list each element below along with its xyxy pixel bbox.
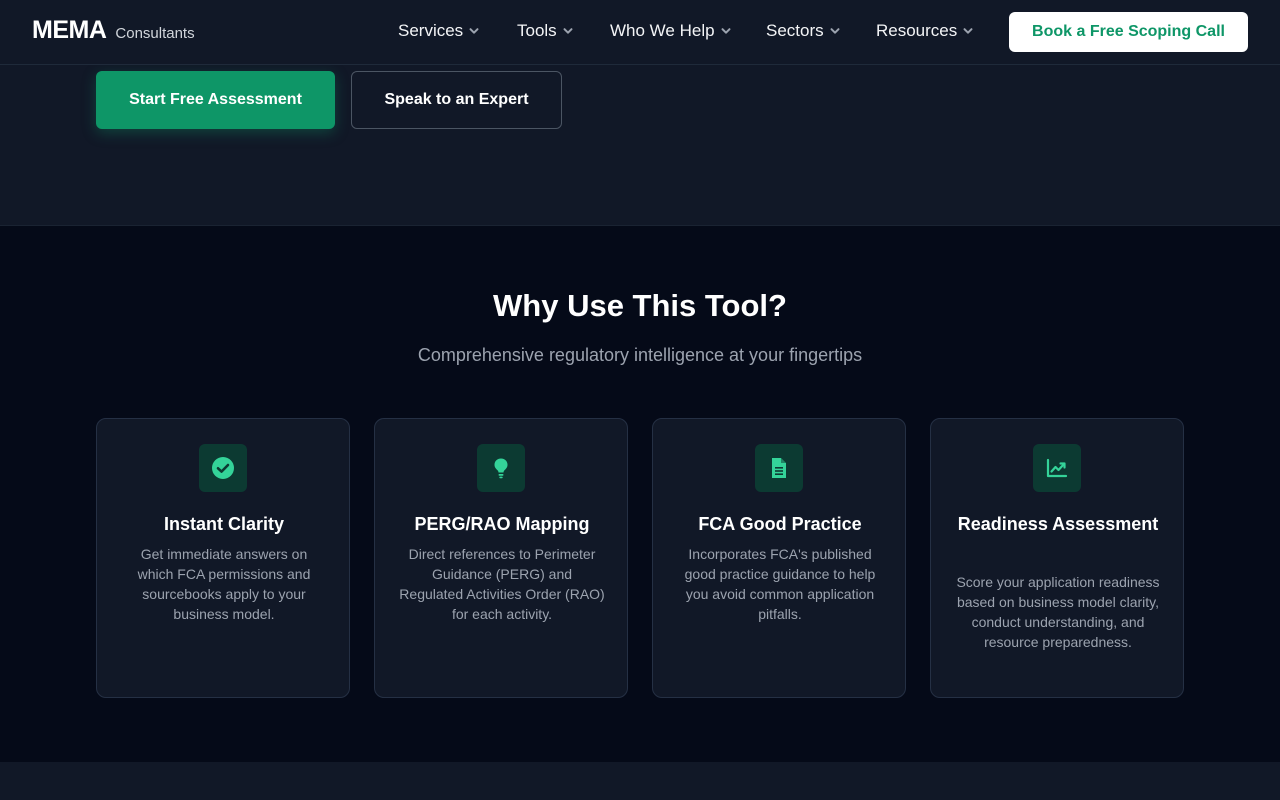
feature-card-fca-good-practice: FCA Good Practice Incorporates FCA's pub… (652, 418, 906, 698)
chart-line-icon (1033, 444, 1081, 492)
feature-card-description: Incorporates FCA's published good practi… (684, 546, 876, 622)
site-header: MEMA Consultants Services Tools Who We H… (0, 0, 1280, 65)
start-free-assessment-button[interactable]: Start Free Assessment (96, 71, 335, 129)
speak-to-expert-button[interactable]: Speak to an Expert (351, 71, 562, 129)
feature-card-description: Get immediate answers on which FCA permi… (137, 546, 311, 622)
nav-item-label: Services (398, 21, 464, 40)
feature-card-title: Instant Clarity (163, 514, 285, 534)
lightbulb-icon (477, 444, 525, 492)
feature-card-description: Score your application readiness based o… (956, 574, 1160, 650)
nav-item-sectors[interactable]: Sectors (766, 21, 840, 41)
nav-item-label: Who We Help (610, 21, 715, 40)
chevron-down-icon (963, 28, 973, 34)
nav-item-label: Tools (517, 21, 557, 40)
feature-card-title: Readiness Assessment (957, 514, 1159, 534)
document-icon (755, 444, 803, 492)
nav-item-services[interactable]: Services (398, 21, 479, 41)
next-section-band (0, 762, 1280, 800)
chevron-down-icon (721, 28, 731, 34)
why-use-tool-section: Why Use This Tool? Comprehensive regulat… (0, 226, 1280, 762)
check-circle-icon (199, 444, 247, 492)
chevron-down-icon (563, 28, 573, 34)
main-nav: Services Tools Who We Help Sectors Resou… (0, 21, 1000, 45)
chevron-down-icon (469, 28, 479, 34)
nav-item-label: Sectors (766, 21, 824, 40)
nav-item-label: Resources (876, 21, 958, 40)
book-scoping-call-button[interactable]: Book a Free Scoping Call (1009, 12, 1248, 52)
feature-card-description: Direct references to Perimeter Guidance … (399, 546, 605, 622)
feature-card-title: FCA Good Practice (698, 514, 862, 534)
chevron-down-icon (830, 28, 840, 34)
feature-card-title: PERG/RAO Mapping (414, 514, 590, 534)
feature-card-perg-rao-mapping: PERG/RAO Mapping Direct references to Pe… (374, 418, 628, 698)
section-title: Why Use This Tool? (493, 288, 787, 323)
section-subtitle: Comprehensive regulatory intelligence at… (417, 345, 863, 365)
nav-item-resources[interactable]: Resources (876, 21, 973, 41)
nav-item-tools[interactable]: Tools (517, 21, 573, 41)
feature-card-readiness-assessment: Readiness Assessment Score your applicat… (930, 418, 1184, 698)
feature-card-instant-clarity: Instant Clarity Get immediate answers on… (96, 418, 350, 698)
hero-section: Start Free Assessment Speak to an Expert (0, 65, 1280, 226)
nav-item-who-we-help[interactable]: Who We Help (610, 21, 731, 41)
